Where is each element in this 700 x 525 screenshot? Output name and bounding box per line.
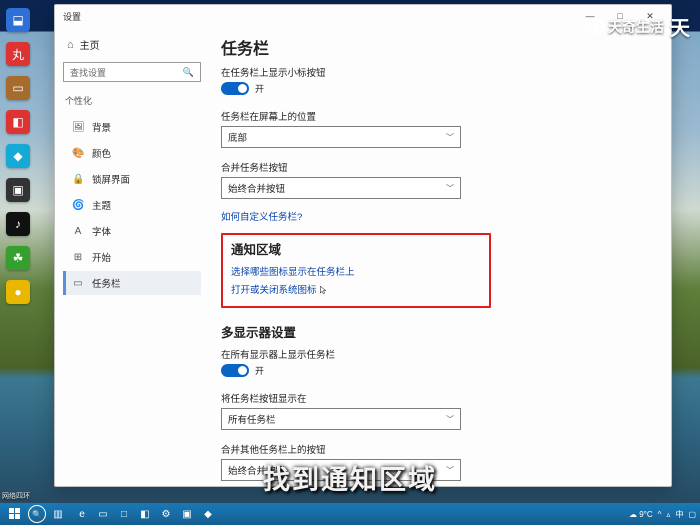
window-title: 设置 xyxy=(63,10,81,23)
sidebar-item-icon: 🖼 xyxy=(72,122,84,133)
desktop-icons: ⬓ 丸 ▭ ◧ ◆ ▣ ♪ ☘ ● xyxy=(6,8,30,304)
watermark-logo-icon xyxy=(588,19,604,35)
desktop-icon[interactable]: ● xyxy=(6,280,30,304)
sidebar-item[interactable]: ⊞ 开始 xyxy=(63,245,201,269)
sidebar-home[interactable]: ⌂ 主页 xyxy=(63,33,201,56)
taskbar: 🔍 ▥ e ▭ □ ◧ ⚙ ▣ ◆ ☁ 9°C ^ ▵ 中 ▢ xyxy=(0,503,700,525)
taskbar-app-icon[interactable]: ⚙ xyxy=(156,505,176,523)
search-icon: 🔍 xyxy=(183,67,194,78)
combine-buttons-dropdown[interactable]: 始终合并按钮 ﹀ xyxy=(221,177,461,199)
toggle-switch-icon xyxy=(221,364,249,377)
customize-taskbar-link[interactable]: 如何自定义任务栏? xyxy=(221,209,655,223)
sidebar-item-icon: 🎨 xyxy=(72,148,84,159)
taskbar-app-icon[interactable]: e xyxy=(72,505,92,523)
chevron-down-icon: ﹀ xyxy=(446,414,454,425)
multi-display-heading: 多显示器设置 xyxy=(221,322,655,341)
sidebar-item-label: 字体 xyxy=(92,224,111,238)
sidebar-item-label: 锁屏界面 xyxy=(92,172,130,186)
sidebar-search-placeholder: 查找设置 xyxy=(70,66,106,79)
sidebar-item-icon: ⊞ xyxy=(72,252,84,263)
settings-sidebar: ⌂ 主页 查找设置 🔍 个性化 🖼 背景 🎨 颜色 🔒 锁屏界面 🌀 主题 A 字体 ⊞ 开始 ▭ 任务栏 xyxy=(55,27,205,486)
combine-buttons-label: 合并任务栏按钮 xyxy=(221,160,655,174)
video-watermark: 天奇生活 天 xyxy=(588,12,690,41)
sidebar-item[interactable]: 🖼 背景 xyxy=(63,115,201,139)
toggle-system-icons-link[interactable]: 打开或关闭系统图标 xyxy=(231,282,481,296)
chevron-down-icon: ﹀ xyxy=(446,132,454,143)
watermark-tail: 天 xyxy=(670,12,690,41)
desktop-icon[interactable]: ▣ xyxy=(6,178,30,202)
taskbar-app-icon[interactable]: □ xyxy=(114,505,134,523)
tray-ime-icon[interactable]: 中 xyxy=(675,509,683,520)
sidebar-item[interactable]: 🎨 颜色 xyxy=(63,141,201,165)
multi-all-label: 在所有显示器上显示任务栏 xyxy=(221,347,655,361)
taskbar-app-icon[interactable]: ◧ xyxy=(135,505,155,523)
sidebar-item-label: 颜色 xyxy=(92,146,111,160)
taskbar-position-dropdown[interactable]: 底部 ﹀ xyxy=(221,126,461,148)
settings-content[interactable]: 任务栏 在任务栏上显示小标按钮 开 任务栏在屏幕上的位置 底部 ﹀ 合并任务栏按… xyxy=(205,27,671,486)
desktop-icon[interactable]: ▭ xyxy=(6,76,30,100)
tray-network-icon[interactable]: ▵ xyxy=(666,510,670,519)
sidebar-item[interactable]: 🔒 锁屏界面 xyxy=(63,167,201,191)
toggle-switch-icon xyxy=(221,82,249,95)
task-view-button[interactable]: ▥ xyxy=(48,505,68,523)
desktop-icon[interactable]: 丸 xyxy=(6,42,30,66)
sidebar-item-label: 主题 xyxy=(92,198,111,212)
chevron-down-icon: ﹀ xyxy=(446,183,454,194)
multi-show-value: 所有任务栏 xyxy=(228,412,276,426)
taskbar-app-icon[interactable]: ▣ xyxy=(177,505,197,523)
select-taskbar-icons-link[interactable]: 选择哪些图标显示在任务栏上 xyxy=(231,264,481,278)
sidebar-category-label: 个性化 xyxy=(63,94,201,107)
taskbar-position-value: 底部 xyxy=(228,130,247,144)
video-subtitle: 找到通知区域 xyxy=(0,458,700,497)
desktop-icon[interactable]: ☘ xyxy=(6,246,30,270)
taskbar-app-icon[interactable]: ▭ xyxy=(93,505,113,523)
multi-all-state: 开 xyxy=(255,364,264,377)
start-button[interactable] xyxy=(4,504,26,524)
multi-all-toggle[interactable]: 开 xyxy=(221,364,264,377)
tray-overflow-icon[interactable]: ^ xyxy=(658,510,662,519)
sidebar-home-label: 主页 xyxy=(80,37,100,52)
multi-show-dropdown[interactable]: 所有任务栏 ﹀ xyxy=(221,408,461,430)
sidebar-item-label: 背景 xyxy=(92,120,111,134)
sidebar-item-icon: ▭ xyxy=(72,278,84,289)
desktop-icon[interactable]: ⬓ xyxy=(6,8,30,32)
notification-area-highlight: 通知区域 选择哪些图标显示在任务栏上 打开或关闭系统图标 xyxy=(221,233,491,308)
small-icons-toggle[interactable]: 开 xyxy=(221,82,264,95)
sidebar-item-label: 开始 xyxy=(92,250,111,264)
small-icons-label: 在任务栏上显示小标按钮 xyxy=(221,65,655,79)
desktop-icon[interactable]: ♪ xyxy=(6,212,30,236)
tray-action-center-icon[interactable]: ▢ xyxy=(688,510,696,519)
multi-show-label: 将任务栏按钮显示在 xyxy=(221,391,655,405)
watermark-text: 天奇生活 xyxy=(608,17,664,37)
combine-buttons-value: 始终合并按钮 xyxy=(228,181,285,195)
desktop-icon[interactable]: ◆ xyxy=(6,144,30,168)
sidebar-item-icon: A xyxy=(72,226,84,237)
system-tray: ☁ 9°C ^ ▵ 中 ▢ xyxy=(629,509,696,520)
taskbar-pinned-apps: e ▭ □ ◧ ⚙ ▣ ◆ xyxy=(72,505,218,523)
desktop-icon[interactable]: ◧ xyxy=(6,110,30,134)
sidebar-search-input[interactable]: 查找设置 🔍 xyxy=(63,62,201,82)
windows-icon xyxy=(9,508,21,520)
tray-weather[interactable]: ☁ 9°C xyxy=(629,510,653,519)
sidebar-item-icon: 🔒 xyxy=(72,174,84,185)
taskbar-search-button[interactable]: 🔍 xyxy=(28,505,46,523)
sidebar-item[interactable]: 🌀 主题 xyxy=(63,193,201,217)
sidebar-item[interactable]: A 字体 xyxy=(63,219,201,243)
taskbar-position-label: 任务栏在屏幕上的位置 xyxy=(221,109,655,123)
sidebar-item-icon: 🌀 xyxy=(72,200,84,211)
taskbar-app-icon[interactable]: ◆ xyxy=(198,505,218,523)
small-icons-state: 开 xyxy=(255,82,264,95)
notification-area-heading: 通知区域 xyxy=(231,239,481,258)
sidebar-nav-list: 🖼 背景 🎨 颜色 🔒 锁屏界面 🌀 主题 A 字体 ⊞ 开始 ▭ 任务栏 xyxy=(63,115,201,295)
settings-window: 设置 — □ ✕ ⌂ 主页 查找设置 🔍 个性化 🖼 背景 🎨 颜色 🔒 锁屏界面 🌀 主题 A… xyxy=(54,4,672,487)
sidebar-item-label: 任务栏 xyxy=(92,276,121,290)
multi-combine-label: 合并其他任务栏上的按钮 xyxy=(221,442,655,456)
sidebar-item[interactable]: ▭ 任务栏 xyxy=(63,271,201,295)
cursor-icon xyxy=(319,285,329,295)
home-icon: ⌂ xyxy=(67,39,74,51)
window-titlebar[interactable]: 设置 — □ ✕ xyxy=(55,5,671,27)
